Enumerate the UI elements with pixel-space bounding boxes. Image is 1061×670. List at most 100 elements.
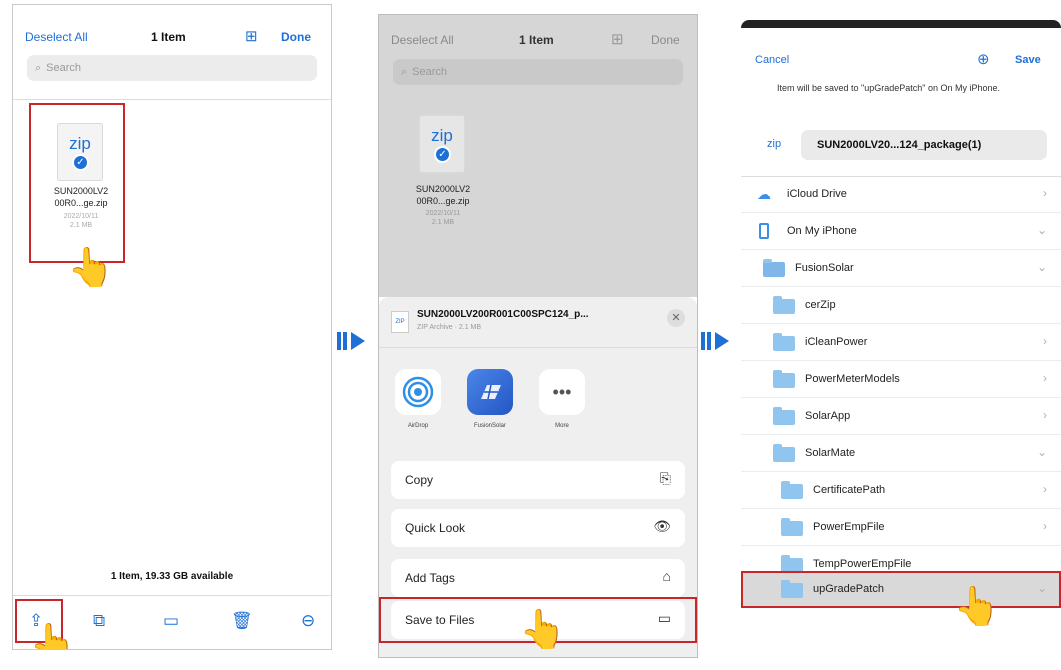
tap-hand-icon: 👆	[29, 623, 77, 650]
tree-item-icloud-drive[interactable]: ☁ iCloud Drive ›	[741, 176, 1061, 213]
folder-icon	[781, 481, 803, 499]
action-label: Copy	[405, 473, 434, 487]
divider	[13, 99, 331, 100]
tree-item-fusionsolar[interactable]: FusionSolar ⌄	[741, 250, 1061, 287]
search-placeholder: Search	[46, 62, 82, 74]
search-icon: ⌕	[401, 65, 408, 78]
done-button[interactable]: Done	[651, 33, 680, 47]
page-title: 1 Item	[151, 30, 186, 44]
tree-label: On My iPhone	[787, 225, 857, 237]
grid-view-icon[interactable]: ⊞	[611, 30, 624, 48]
folder-icon	[773, 333, 795, 351]
action-quick-look[interactable]: Quick Look 👁	[391, 509, 685, 547]
chevron-icon: ›	[1043, 519, 1047, 533]
cancel-button[interactable]: Cancel	[755, 54, 789, 66]
grid-view-icon[interactable]: ⊞	[245, 27, 258, 45]
phone-icon	[759, 223, 769, 239]
app-more[interactable]: ••• More	[537, 369, 587, 429]
folder-icon	[773, 407, 795, 425]
cloud-icon: ☁	[757, 186, 771, 202]
folder-icon	[773, 370, 795, 388]
page-title: 1 Item	[519, 33, 554, 47]
tree-label: cerZip	[805, 299, 836, 311]
tree-item-on-my-iphone[interactable]: On My iPhone ⌄	[741, 213, 1061, 250]
highlight-file-box	[29, 103, 125, 263]
folder-icon	[781, 518, 803, 536]
zip-label: zip	[431, 126, 453, 145]
chevron-icon: ›	[1043, 408, 1047, 422]
fusionsolar-icon	[467, 369, 513, 415]
tree-label: PowerMeterModels	[805, 373, 900, 385]
divider	[379, 347, 697, 348]
folder-icon	[773, 444, 795, 462]
tree-item-solarapp[interactable]: SolarApp ›	[741, 398, 1061, 435]
file-name: SUN2000LV2 00R0...ge.zip	[415, 184, 471, 206]
deselect-all-button[interactable]: Deselect All	[25, 30, 88, 44]
close-icon[interactable]: ✕	[667, 309, 685, 327]
tap-hand-icon: 👆	[67, 247, 115, 289]
tree-item-icleanpower[interactable]: iCleanPower ›	[741, 324, 1061, 361]
dimmed-background: Deselect All 1 Item ⊞ Done ⌕ Search zip …	[379, 15, 697, 297]
folder-icon	[763, 259, 785, 277]
action-label: Add Tags	[405, 571, 455, 585]
share-header: ZIP SUN2000LV200R001C00SPC124_p... ZIP A…	[379, 297, 697, 345]
share-filename: SUN2000LV200R001C00SPC124_p...	[417, 309, 589, 320]
chevron-icon: ⌄	[1036, 260, 1047, 274]
action-label: Quick Look	[405, 521, 466, 535]
folder-icon[interactable]: ▭	[163, 611, 179, 631]
app-fusionsolar[interactable]: FusionSolar	[465, 369, 515, 429]
phone-screen-select: Deselect All 1 Item ⊞ Done ⌕ Search zip …	[12, 4, 332, 650]
action-copy[interactable]: Copy ⎘	[391, 461, 685, 499]
new-folder-icon[interactable]: ⊕	[977, 50, 990, 68]
airdrop-icon	[395, 369, 441, 415]
share-subtitle: ZIP Archive · 2.1 MB	[417, 324, 482, 331]
phone-screen-save: Cancel ⊕ Save Item will be saved to "upG…	[741, 20, 1061, 642]
status-bar	[741, 20, 1061, 28]
app-label: FusionSolar	[473, 423, 506, 429]
tree-label: TempPowerEmpFile	[813, 558, 912, 570]
zip-label: zip	[767, 138, 782, 150]
chevron-icon: ⌄	[1036, 445, 1047, 459]
done-button[interactable]: Done	[281, 30, 311, 44]
chevron-icon: ›	[1043, 186, 1047, 200]
tap-hand-icon: 👆	[519, 609, 567, 651]
tree-item-powermetermodels[interactable]: PowerMeterModels ›	[741, 361, 1061, 398]
tree-label: iCloud Drive	[787, 188, 847, 200]
tree-item-powerempfile[interactable]: PowerEmpFile ›	[741, 509, 1061, 546]
filename-field[interactable]: SUN2000LV20...124_package(1)	[801, 130, 1047, 160]
trash-icon[interactable]: 🗑	[231, 611, 253, 631]
divider	[13, 595, 331, 596]
deselect-all-button[interactable]: Deselect All	[391, 33, 454, 47]
tree-item-cerzip[interactable]: cerZip	[741, 287, 1061, 324]
action-add-tags[interactable]: Add Tags ⌂	[391, 559, 685, 597]
more-circle-icon[interactable]: ⊖	[301, 611, 315, 631]
zip-file-icon[interactable]: zip ✓	[419, 115, 465, 173]
status-text: 1 Item, 19.33 GB available	[110, 571, 234, 582]
folder-icon	[773, 296, 795, 314]
app-airdrop[interactable]: AirDrop	[393, 369, 443, 429]
tap-hand-icon: 👆	[953, 586, 1001, 628]
tree-label: SolarMate	[805, 447, 856, 459]
chevron-icon: ›	[1043, 371, 1047, 385]
checkmark-icon: ✓	[434, 146, 451, 163]
tree-item-certificatepath[interactable]: CertificatePath ›	[741, 472, 1061, 509]
app-label: More	[555, 423, 569, 429]
file-meta: 2022/10/11 2.1 MB	[425, 210, 461, 226]
phone-screen-share: Deselect All 1 Item ⊞ Done ⌕ Search zip …	[378, 14, 698, 658]
copy-icon: ⎘	[659, 470, 671, 486]
tree-label: FusionSolar	[795, 262, 854, 274]
arrow-right-icon	[337, 332, 367, 350]
tree-item-solarmate[interactable]: SolarMate ⌄	[741, 435, 1061, 472]
eye-icon: 👁	[653, 518, 671, 534]
arrow-right-icon	[701, 332, 731, 350]
search-input[interactable]: ⌕ Search	[27, 55, 317, 81]
chevron-icon: ›	[1043, 334, 1047, 348]
search-input[interactable]: ⌕ Search	[393, 59, 683, 85]
chevron-icon: ⌄	[1036, 223, 1047, 237]
duplicate-icon[interactable]: ⧉	[93, 611, 105, 631]
search-icon: ⌕	[35, 61, 42, 74]
search-placeholder: Search	[412, 66, 448, 78]
tree-label: PowerEmpFile	[813, 521, 885, 533]
tree-label: CertificatePath	[813, 484, 886, 496]
save-button[interactable]: Save	[1015, 54, 1041, 66]
